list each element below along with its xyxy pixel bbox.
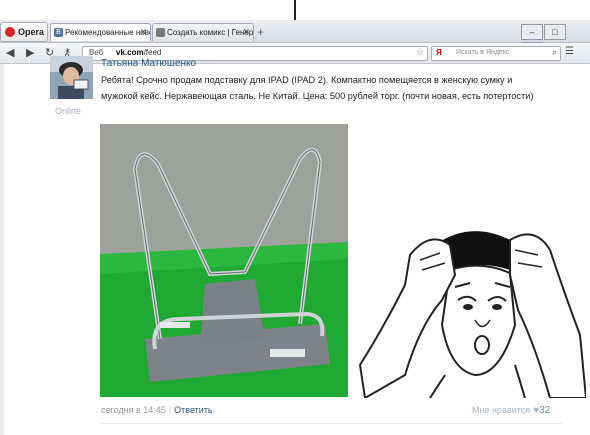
url-path: /feed — [143, 48, 162, 57]
post-footer: сегодня в 14:45 | Ответить — [101, 405, 213, 415]
separator: | — [168, 405, 172, 415]
tab-create-comic[interactable]: Создать комикс | Генер... ✕ — [152, 23, 254, 41]
yandex-logo-icon: Я — [436, 48, 442, 57]
comic-favicon-icon — [156, 28, 165, 37]
post-text: Ребята! Срочно продам подставку для IPAD… — [101, 75, 534, 101]
post-divider — [100, 423, 562, 424]
search-icon[interactable]: ⌕ — [552, 47, 557, 58]
minimize-icon[interactable]: – — [521, 24, 543, 40]
post-photo-ipad-stand[interactable] — [100, 124, 348, 397]
top-strip — [0, 0, 590, 20]
back-icon[interactable]: ◀ — [6, 46, 14, 59]
add-tab-icon[interactable]: + — [257, 25, 264, 39]
reply-link[interactable]: Ответить — [174, 405, 212, 415]
opera-logo-icon — [5, 27, 15, 37]
like-button[interactable]: Мне нравится ♥32 — [472, 405, 550, 416]
menu-icon[interactable]: ☰ — [565, 46, 574, 57]
star-icon[interactable]: ☆ — [416, 47, 424, 58]
search-placeholder: Искать в Яндекс — [456, 49, 510, 56]
tab-bar: Opera В Рекомендованные ново... ✕ Создат… — [0, 20, 590, 58]
window-controls: –□✕ — [520, 22, 588, 58]
online-status: Online — [55, 106, 82, 116]
tab-label: Создать комикс | Генер... — [167, 28, 254, 37]
opera-menu-button[interactable]: Opera — [0, 22, 48, 42]
forward-icon[interactable]: ▶ — [26, 46, 34, 59]
likes-label: Мне нравится — [472, 405, 531, 415]
tab-label: Рекомендованные ново... — [65, 28, 151, 37]
url-host: vk.com — [116, 48, 144, 57]
maximize-icon[interactable]: □ — [544, 24, 566, 40]
divider — [294, 0, 296, 20]
post-date[interactable]: сегодня в 14:45 — [101, 405, 166, 415]
search-input[interactable]: Я Искать в Яндекс ⌕ — [431, 46, 561, 61]
url-text: vk.com/feed — [116, 48, 161, 57]
avatar[interactable] — [50, 56, 93, 99]
post-author-link[interactable]: Татьяна Матюшенко — [101, 58, 196, 69]
close-icon[interactable]: ✕ — [139, 27, 147, 38]
likes-count: 32 — [539, 405, 551, 416]
vk-favicon-icon: В — [54, 28, 63, 37]
opera-menu-label: Opera — [18, 27, 45, 37]
tab-recommended-news[interactable]: В Рекомендованные ново... ✕ — [50, 23, 151, 41]
close-icon[interactable]: ✕ — [242, 27, 250, 38]
left-border — [0, 64, 4, 435]
meme-image[interactable] — [350, 215, 588, 400]
